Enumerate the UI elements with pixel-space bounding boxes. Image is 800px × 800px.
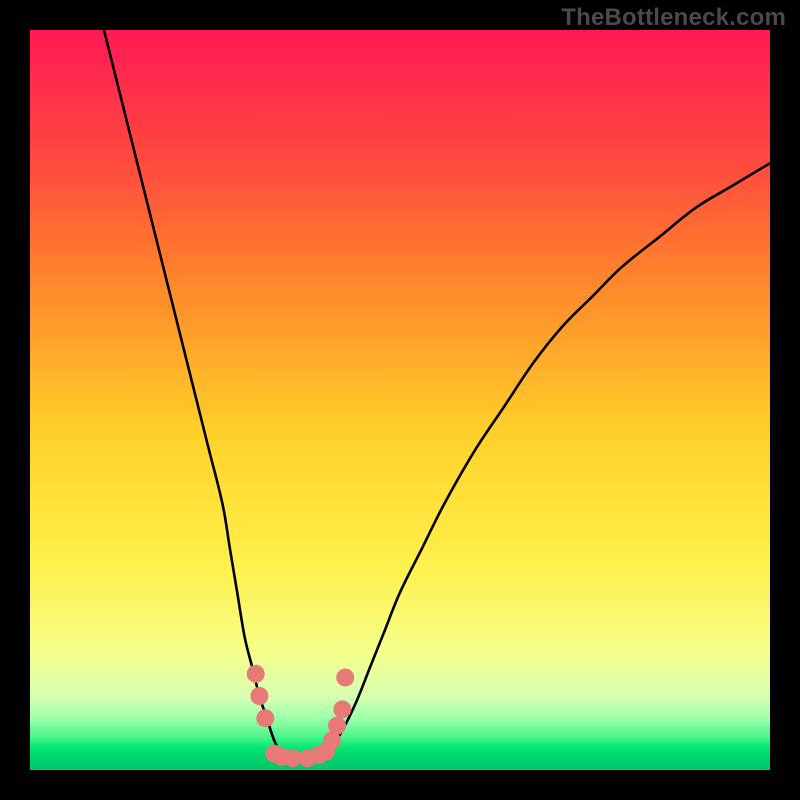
- chart-frame: TheBottleneck.com: [0, 0, 800, 800]
- watermark-text: TheBottleneck.com: [561, 4, 786, 32]
- trough-dot: [247, 665, 265, 683]
- trough-dot: [328, 717, 346, 735]
- gradient-background: [30, 30, 770, 770]
- chart-svg: [30, 30, 770, 770]
- trough-dot: [336, 669, 354, 687]
- plot-area: [30, 30, 770, 770]
- trough-dot: [333, 700, 351, 718]
- trough-dot: [250, 687, 268, 705]
- trough-dot: [256, 709, 274, 727]
